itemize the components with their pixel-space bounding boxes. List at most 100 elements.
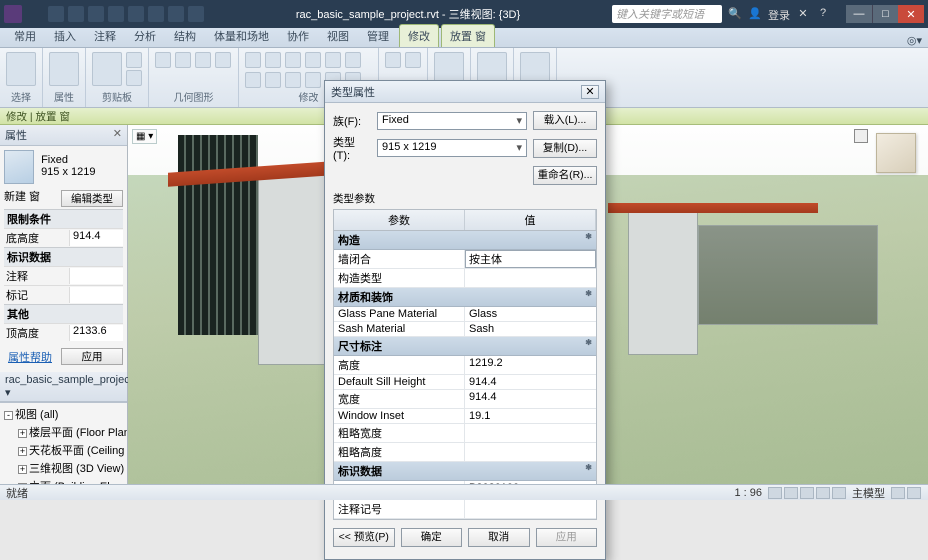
tab-manage[interactable]: 管理	[359, 25, 397, 47]
status-icon[interactable]	[832, 487, 846, 499]
qat-redo-icon[interactable]	[88, 6, 104, 22]
expand-icon[interactable]: +	[18, 465, 27, 474]
geom-icon[interactable]	[195, 52, 211, 68]
preview-button[interactable]: << 预览(P)	[333, 528, 395, 547]
modify-icon[interactable]	[265, 72, 281, 88]
param-value[interactable]: 914.4	[465, 375, 596, 389]
tab-home[interactable]: 常用	[6, 25, 44, 47]
param-section[interactable]: 材质和装饰✱	[334, 288, 596, 307]
qat-icon[interactable]	[148, 6, 164, 22]
qat-icon[interactable]	[188, 6, 204, 22]
cancel-button[interactable]: 取消	[468, 528, 530, 547]
minimize-button[interactable]: —	[846, 5, 872, 23]
geom-icon[interactable]	[155, 52, 171, 68]
modify-icon[interactable]	[285, 72, 301, 88]
status-icon[interactable]	[907, 487, 921, 499]
expand-icon[interactable]: +	[18, 447, 27, 456]
status-icon[interactable]	[784, 487, 798, 499]
tab-insert[interactable]: 插入	[46, 25, 84, 47]
modify-icon[interactable]	[305, 52, 321, 68]
qat-icon[interactable]	[128, 6, 144, 22]
model-display[interactable]: 主模型	[852, 485, 885, 501]
param-section[interactable]: 构造✱	[334, 231, 596, 250]
close-button[interactable]: ✕	[898, 5, 924, 23]
param-value[interactable]	[465, 443, 596, 461]
apply-button[interactable]: 应用	[61, 348, 123, 365]
properties-help-link[interactable]: 属性帮助	[4, 346, 56, 368]
ribbon-extra[interactable]: ◎▾	[907, 34, 922, 47]
modify-icon[interactable]	[285, 52, 301, 68]
type-combo[interactable]: 915 x 1219▾	[377, 139, 527, 157]
expand-icon[interactable]: -	[4, 411, 13, 420]
tab-view[interactable]: 视图	[319, 25, 357, 47]
view-control-bar[interactable]: ▦ ▾	[132, 129, 157, 144]
help-icon[interactable]: ?	[816, 7, 830, 21]
modify-icon[interactable]	[265, 52, 281, 68]
properties-tool-icon[interactable]	[49, 52, 79, 86]
qat-save-icon[interactable]	[48, 6, 64, 22]
tab-collaborate[interactable]: 协作	[279, 25, 317, 47]
ok-button[interactable]: 确定	[401, 528, 463, 547]
help-search-input[interactable]: 键入关键字或短语	[612, 5, 722, 23]
dialog-close-button[interactable]: ✕	[581, 85, 599, 99]
qat-icon[interactable]	[168, 6, 184, 22]
modify-icon[interactable]	[345, 52, 361, 68]
tree-node[interactable]: +立面 (Building Elevation)	[2, 477, 125, 484]
param-value[interactable]	[465, 500, 596, 518]
param-value[interactable]: 按主体	[465, 250, 596, 268]
copy-button[interactable]: 复制(D)...	[533, 139, 597, 158]
copy-icon[interactable]	[126, 70, 142, 86]
tab-massing[interactable]: 体量和场地	[206, 25, 277, 47]
cut-icon[interactable]	[126, 52, 142, 68]
param-value[interactable]: 19.1	[465, 409, 596, 423]
param-value[interactable]: Sash	[465, 322, 596, 336]
param-value[interactable]: 1219.2	[465, 356, 596, 374]
tab-analyze[interactable]: 分析	[126, 25, 164, 47]
tree-node[interactable]: +楼层平面 (Floor Plan)	[2, 423, 125, 441]
param-value[interactable]	[465, 424, 596, 442]
tab-annotate[interactable]: 注释	[86, 25, 124, 47]
apply-button[interactable]: 应用	[536, 528, 598, 547]
qat-undo-icon[interactable]	[68, 6, 84, 22]
edit-type-button[interactable]: 编辑类型	[61, 190, 123, 207]
status-icon[interactable]	[891, 487, 905, 499]
login-link[interactable]: 登录	[768, 7, 790, 21]
qat-print-icon[interactable]	[108, 6, 124, 22]
param-section[interactable]: 标识数据✱	[334, 462, 596, 481]
status-icon[interactable]	[800, 487, 814, 499]
project-browser[interactable]: -视图 (all)+楼层平面 (Floor Plan)+天花板平面 (Ceili…	[0, 402, 127, 484]
expand-icon[interactable]: +	[18, 429, 27, 438]
param-value[interactable]	[465, 269, 596, 287]
tree-node[interactable]: +三维视图 (3D View)	[2, 459, 125, 477]
geom-icon[interactable]	[175, 52, 191, 68]
geom-icon[interactable]	[215, 52, 231, 68]
view-icon[interactable]	[405, 52, 421, 68]
search-icon[interactable]: 🔍	[728, 7, 742, 21]
param-section[interactable]: 尺寸标注✱	[334, 337, 596, 356]
rename-button[interactable]: 重命名(R)...	[533, 166, 597, 185]
family-combo[interactable]: Fixed▾	[377, 112, 527, 130]
paste-tool-icon[interactable]	[92, 52, 122, 86]
modify-icon[interactable]	[245, 52, 261, 68]
tab-modify[interactable]: 修改	[399, 24, 439, 47]
tree-node[interactable]: -视图 (all)	[2, 405, 125, 423]
view-icon[interactable]	[385, 52, 401, 68]
tab-place-window[interactable]: 放置 窗	[441, 24, 495, 47]
status-icon[interactable]	[816, 487, 830, 499]
status-icon[interactable]	[768, 487, 782, 499]
tree-node[interactable]: +天花板平面 (Ceiling Plan)	[2, 441, 125, 459]
exchange-icon[interactable]: ✕	[796, 7, 810, 21]
param-value[interactable]: Glass	[465, 307, 596, 321]
modify-icon[interactable]	[305, 72, 321, 88]
maximize-button[interactable]: □	[872, 5, 898, 23]
load-button[interactable]: 载入(L)...	[533, 111, 597, 130]
home-view-icon[interactable]	[854, 129, 868, 143]
tab-structure[interactable]: 结构	[166, 25, 204, 47]
param-value[interactable]: 914.4	[465, 390, 596, 408]
close-panel-icon[interactable]: ✕	[113, 127, 122, 143]
modify-icon[interactable]	[245, 72, 261, 88]
scale-display[interactable]: 1 : 96	[734, 487, 762, 499]
view-cube[interactable]	[876, 133, 916, 173]
user-icon[interactable]: 👤	[748, 7, 762, 21]
modify-icon[interactable]	[325, 52, 341, 68]
